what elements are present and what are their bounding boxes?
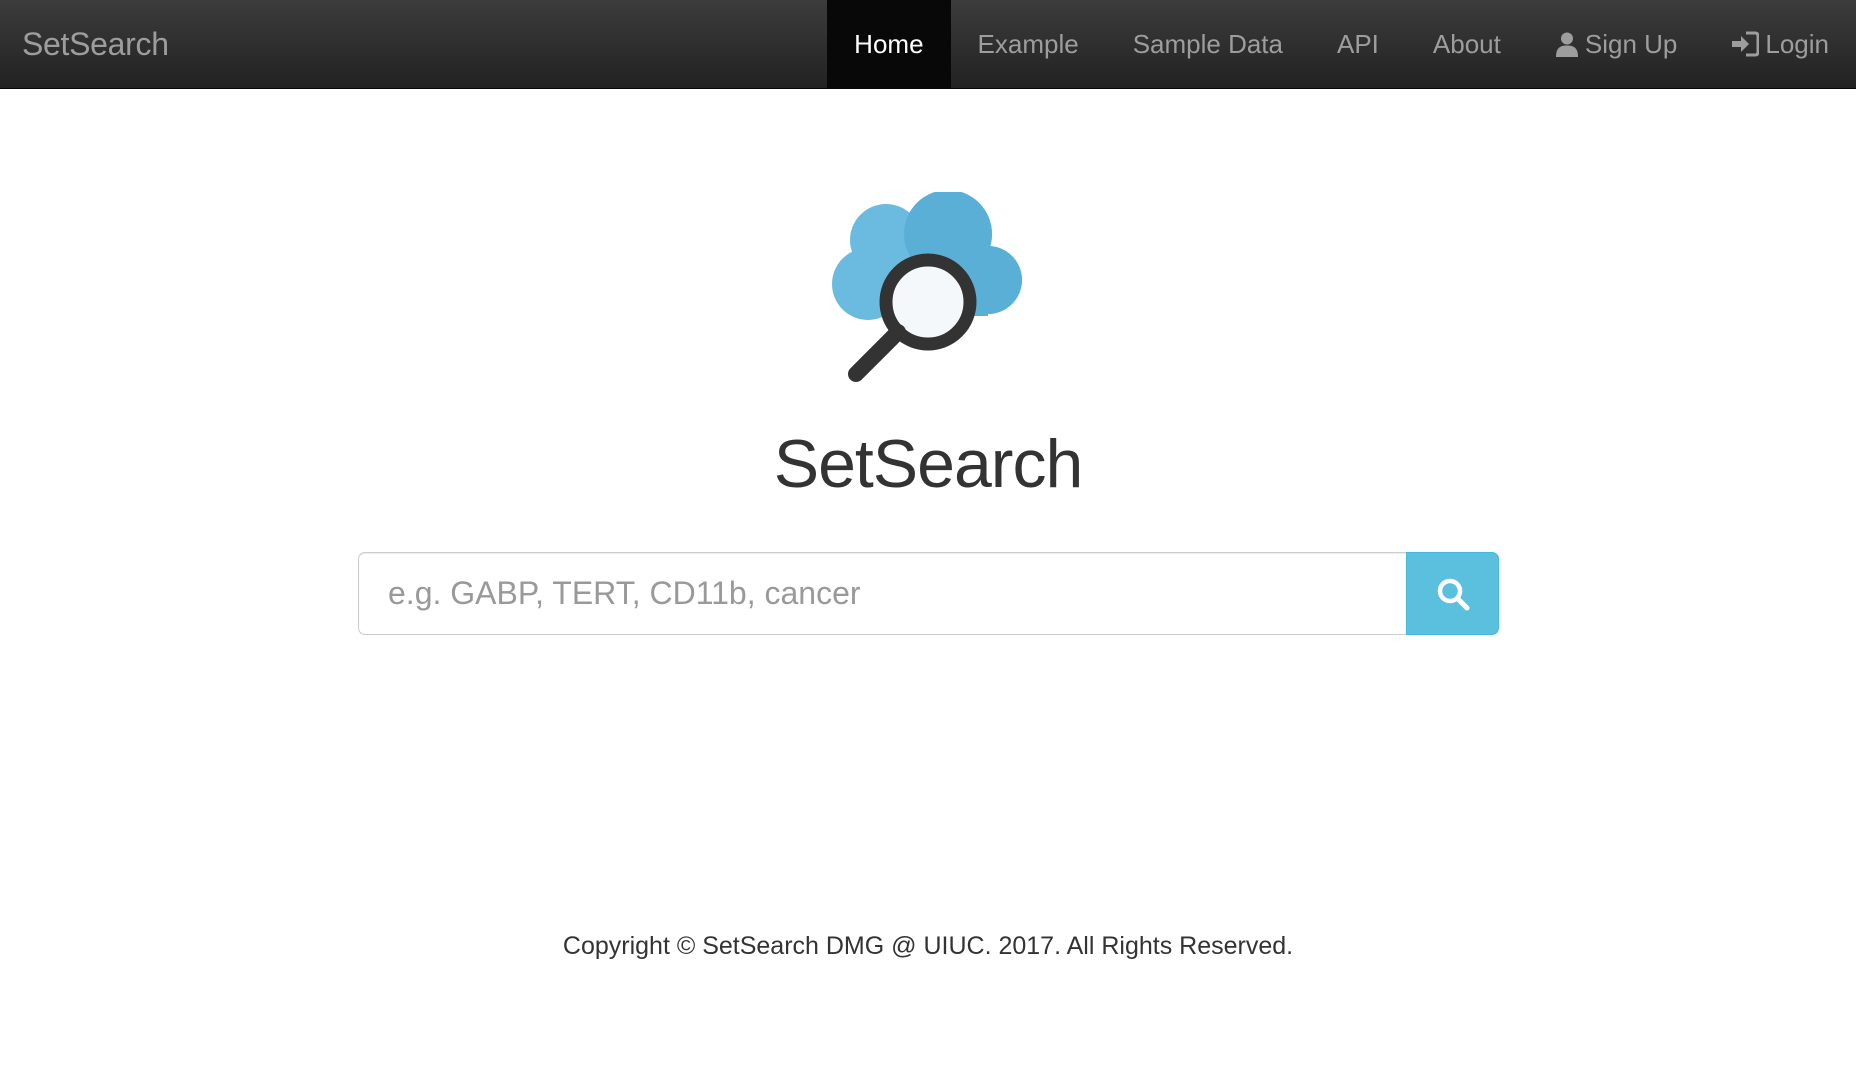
hero-title: SetSearch — [773, 426, 1084, 502]
nav-item-home[interactable]: Home — [827, 0, 951, 88]
nav-item-label: Home — [854, 29, 924, 59]
navbar: SetSearch Home Example Sample Data API A… — [0, 0, 1856, 89]
nav-item-label: Sign Up — [1584, 29, 1678, 59]
navbar-brand[interactable]: SetSearch — [22, 0, 169, 88]
search-input[interactable] — [358, 552, 1406, 635]
nav-item-about[interactable]: About — [1406, 0, 1528, 88]
nav-item-label: API — [1337, 29, 1379, 59]
user-icon — [1555, 32, 1578, 57]
nav-item-example[interactable]: Example — [951, 0, 1106, 88]
nav-item-login[interactable]: Login — [1704, 0, 1856, 88]
cloud-search-logo — [832, 192, 1022, 382]
nav-item-label: About — [1432, 29, 1501, 59]
search-group — [358, 552, 1499, 635]
nav-item-sign-up[interactable]: Sign Up — [1528, 0, 1705, 88]
search-icon — [1437, 578, 1469, 610]
nav-item-sample-data[interactable]: Sample Data — [1106, 0, 1310, 88]
nav-item-api[interactable]: API — [1310, 0, 1406, 88]
nav-item-label: Sample Data — [1132, 29, 1283, 59]
login-icon — [1732, 31, 1760, 57]
nav-item-label: Example — [977, 29, 1079, 59]
footer-copyright: Copyright © SetSearch DMG @ UIUC. 2017. … — [562, 932, 1294, 960]
search-button[interactable] — [1406, 552, 1499, 635]
nav-item-label: Login — [1765, 29, 1829, 59]
navbar-menu: Home Example Sample Data API About Sign … — [827, 0, 1856, 88]
